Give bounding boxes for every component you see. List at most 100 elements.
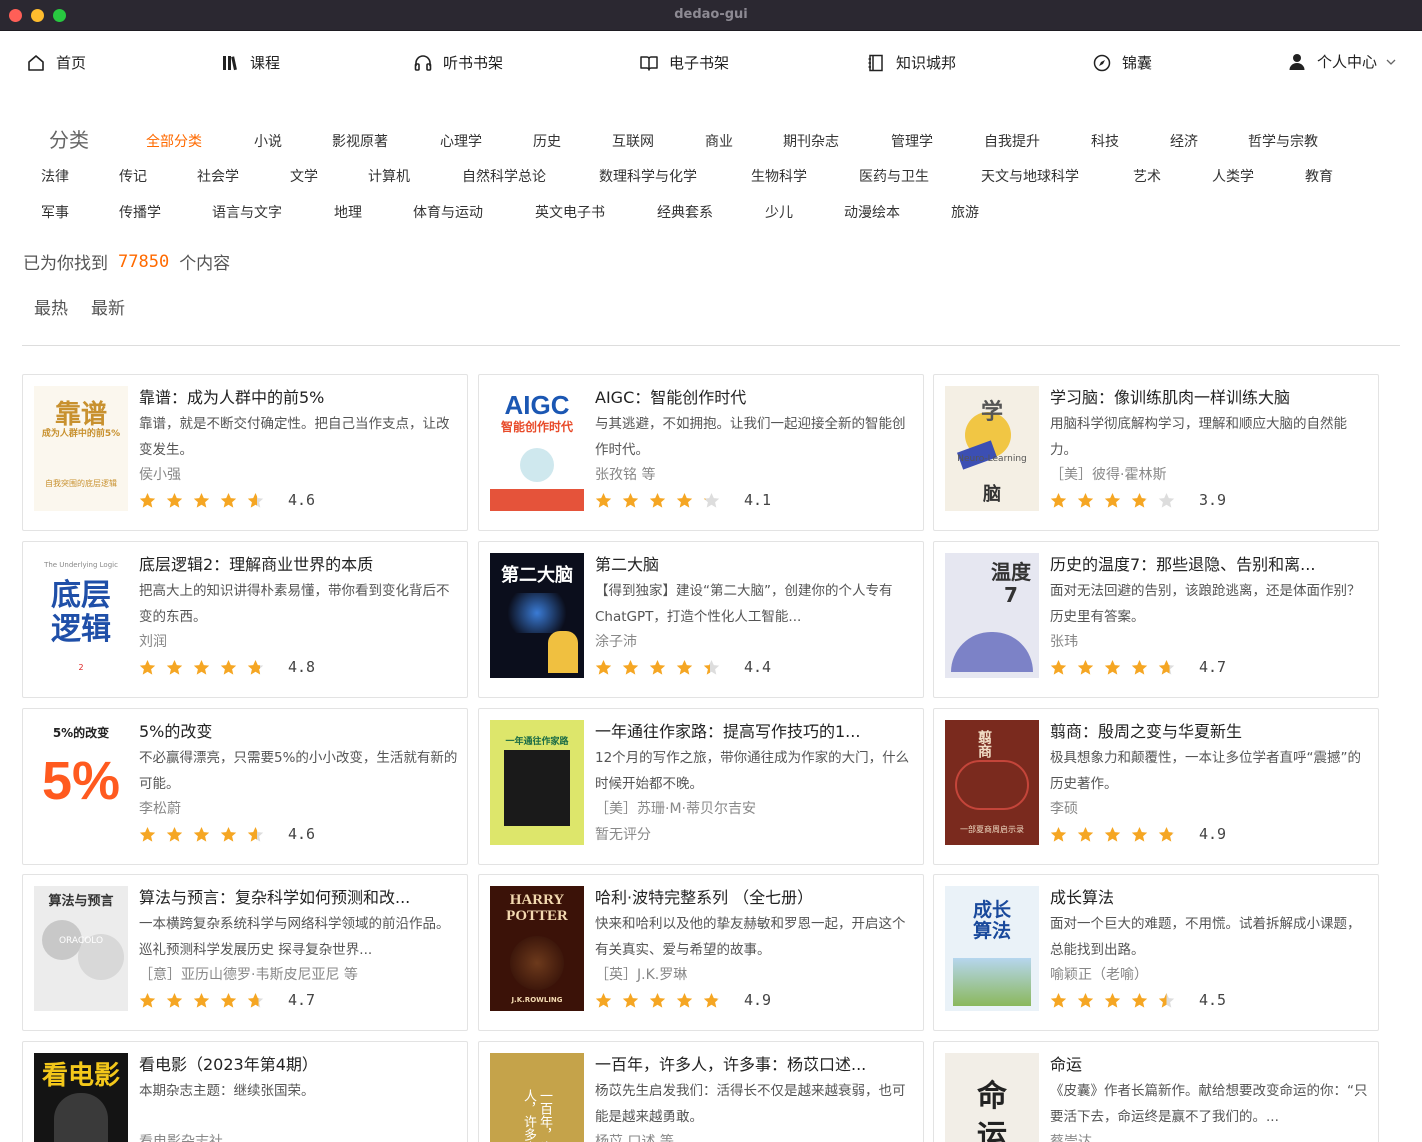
book-cover[interactable]: 一年通往作家路 (490, 720, 584, 845)
book-title[interactable]: 看电影（2023年第4期） (139, 1053, 459, 1077)
category-item[interactable]: 小说 (254, 131, 282, 151)
book-cover[interactable]: 温度 7 (945, 553, 1039, 678)
book-cover[interactable]: 学 Neuro-Learning 脑 (945, 386, 1039, 511)
book-card[interactable]: 命运 命运 《皮囊》作者长篇新作。献给想要改变命运的你：“只要活下去，命运终是赢… (933, 1041, 1379, 1142)
book-cover[interactable]: 5%的改变 5% (34, 720, 128, 845)
star-icon (622, 659, 639, 675)
book-card[interactable]: 翦商 一部夏商周启示录 翦商：殷周之变与华夏新生 极具想象力和颠覆性，一本让多位学… (933, 708, 1379, 865)
book-cover[interactable]: 命运 (945, 1053, 1039, 1142)
category-item[interactable]: 互联网 (612, 131, 654, 151)
book-cover[interactable]: 成长 算法 (945, 886, 1039, 1011)
nav-ebook-shelf[interactable]: 电子书架 (639, 52, 729, 73)
book-cover[interactable]: 一百年，许多人，许多事 (490, 1053, 584, 1142)
star-icon (1050, 659, 1067, 675)
category-item[interactable]: 动漫绘本 (844, 202, 900, 222)
book-card[interactable]: 成长 算法 成长算法 面对一个巨大的难题，不用慌。试着拆解成小课题，总能找到出路。… (933, 874, 1379, 1031)
category-item[interactable]: 军事 (41, 202, 69, 222)
book-title[interactable]: 哈利·波特完整系列 （全七册） (595, 886, 915, 910)
nav-audio-shelf[interactable]: 听书书架 (413, 52, 503, 73)
top-nav: 首页 课程 听书书架 电子书架 知识城邦 锦囊 个人中心 (0, 31, 1422, 95)
category-item[interactable]: 旅游 (951, 202, 979, 222)
book-card[interactable]: 学 Neuro-Learning 脑 学习脑：像训练肌肉一样训练大脑 用脑科学彻底解… (933, 374, 1379, 531)
category-item[interactable]: 数理科学与化学 (599, 166, 697, 186)
category-item[interactable]: 传记 (119, 166, 147, 186)
category-item[interactable]: 生物科学 (751, 166, 807, 186)
category-item[interactable]: 科技 (1091, 131, 1119, 151)
category-item[interactable]: 经典套系 (657, 202, 713, 222)
book-title[interactable]: AIGC：智能创作时代 (595, 386, 915, 410)
category-item[interactable]: 商业 (705, 131, 733, 151)
category-item[interactable]: 经济 (1170, 131, 1198, 151)
nav-courses[interactable]: 课程 (220, 52, 280, 73)
book-card[interactable]: The Underlying Logic 底层 逻辑 2 底层逻辑2：理解商业世界的本… (22, 541, 468, 698)
category-item[interactable]: 心理学 (440, 131, 482, 151)
book-title[interactable]: 成长算法 (1050, 886, 1370, 910)
category-item[interactable]: 医药与卫生 (859, 166, 929, 186)
category-item[interactable]: 法律 (41, 166, 69, 186)
book-card[interactable]: 一年通往作家路 一年通往作家路：提高写作技巧的1... 12个月的写作之旅，带你… (478, 708, 924, 865)
book-title[interactable]: 一百年，许多人，许多事：杨苡口述... (595, 1053, 915, 1077)
book-title[interactable]: 历史的温度7：那些退隐、告别和离... (1050, 553, 1370, 577)
category-item[interactable]: 人类学 (1212, 166, 1254, 186)
book-rating: 4.5 (1050, 987, 1370, 1013)
category-item[interactable]: 自然科学总论 (462, 166, 546, 186)
category-item[interactable]: 历史 (533, 131, 561, 151)
book-title[interactable]: 学习脑：像训练肌肉一样训练大脑 (1050, 386, 1370, 410)
book-card[interactable]: AIGC 智能创作时代 AIGC：智能创作时代 与其逃避，不如拥抱。让我们一起迎接… (478, 374, 924, 531)
category-item[interactable]: 计算机 (368, 166, 410, 186)
nav-knowledge-city[interactable]: 知识城邦 (866, 52, 956, 73)
book-cover[interactable]: 看电影 (34, 1053, 128, 1142)
star-icon (1077, 992, 1094, 1008)
book-cover[interactable]: 第二大脑 (490, 553, 584, 678)
category-item[interactable]: 文学 (290, 166, 318, 186)
category-item[interactable]: 传播学 (119, 202, 161, 222)
category-item[interactable]: 自我提升 (984, 131, 1040, 151)
category-item[interactable]: 管理学 (891, 131, 933, 151)
category-item[interactable]: 地理 (334, 202, 362, 222)
sort-hot-button[interactable]: 最热 (34, 294, 68, 319)
book-title[interactable]: 一年通往作家路：提高写作技巧的1... (595, 720, 915, 744)
sort-new-button[interactable]: 最新 (91, 294, 125, 319)
book-author: ［英］J.K.罗琳 (595, 967, 688, 983)
nav-profile[interactable]: 个人中心 (1287, 51, 1397, 72)
nav-home[interactable]: 首页 (26, 52, 86, 73)
category-item[interactable]: 教育 (1305, 166, 1333, 186)
book-card[interactable]: 算法与预言 ORACOLO 算法与预言：复杂科学如何预测和改... 一本横跨复杂系… (22, 874, 468, 1031)
category-item[interactable]: 社会学 (197, 166, 239, 186)
book-title[interactable]: 命运 (1050, 1053, 1370, 1077)
category-item[interactable]: 英文电子书 (535, 202, 605, 222)
book-title[interactable]: 5%的改变 (139, 720, 459, 744)
book-title[interactable]: 算法与预言：复杂科学如何预测和改... (139, 886, 459, 910)
category-item[interactable]: 期刊杂志 (783, 131, 839, 151)
category-item[interactable]: 体育与运动 (413, 202, 483, 222)
window-titlebar: dedao-gui (0, 0, 1422, 31)
category-item[interactable]: 少儿 (765, 202, 793, 222)
book-cover[interactable]: AIGC 智能创作时代 (490, 386, 584, 511)
book-card[interactable]: 温度 7 历史的温度7：那些退隐、告别和离... 面对无法回避的告别，该踉跄逃离，… (933, 541, 1379, 698)
category-item[interactable]: 影视原著 (332, 131, 388, 151)
book-card[interactable]: 看电影 看电影（2023年第4期） 本期杂志主题：继续张国荣。 看电影杂志社 3… (22, 1041, 468, 1142)
book-title[interactable]: 底层逻辑2：理解商业世界的本质 (139, 553, 459, 577)
category-item[interactable]: 全部分类 (146, 131, 202, 151)
book-title[interactable]: 第二大脑 (595, 553, 915, 577)
book-cover[interactable]: 靠谱 成为人群中的前5% 自我突围的底层逻辑 (34, 386, 128, 511)
category-item[interactable]: 哲学与宗教 (1248, 131, 1318, 151)
book-title[interactable]: 靠谱：成为人群中的前5% (139, 386, 459, 410)
book-card[interactable]: HARRY POTTER J.K.ROWLING 哈利·波特完整系列 （全七册） 快… (478, 874, 924, 1031)
category-item[interactable]: 艺术 (1133, 166, 1161, 186)
book-card[interactable]: 第二大脑 第二大脑 【得到独家】建设“第二大脑”，创建你的个人专有ChatGPT… (478, 541, 924, 698)
star-icon (676, 992, 693, 1008)
book-cover[interactable]: HARRY POTTER J.K.ROWLING (490, 886, 584, 1011)
book-cover[interactable]: 算法与预言 ORACOLO (34, 886, 128, 1011)
star-icon (139, 659, 156, 675)
home-icon (28, 54, 44, 71)
category-item[interactable]: 语言与文字 (212, 202, 282, 222)
category-item[interactable]: 天文与地球科学 (981, 166, 1079, 186)
book-card[interactable]: 5%的改变 5% 5%的改变 不必赢得漂亮，只需要5%的小小改变，生活就有新的可能… (22, 708, 468, 865)
book-card[interactable]: 一百年，许多人，许多事 一百年，许多人，许多事：杨苡口述... 杨苡先生启发我们… (478, 1041, 924, 1142)
book-card[interactable]: 靠谱 成为人群中的前5% 自我突围的底层逻辑 靠谱：成为人群中的前5% 靠谱，就是不… (22, 374, 468, 531)
book-cover[interactable]: 翦商 一部夏商周启示录 (945, 720, 1039, 845)
book-cover[interactable]: The Underlying Logic 底层 逻辑 2 (34, 553, 128, 678)
nav-jinnang[interactable]: 锦囊 (1092, 52, 1152, 73)
book-title[interactable]: 翦商：殷周之变与华夏新生 (1050, 720, 1370, 744)
